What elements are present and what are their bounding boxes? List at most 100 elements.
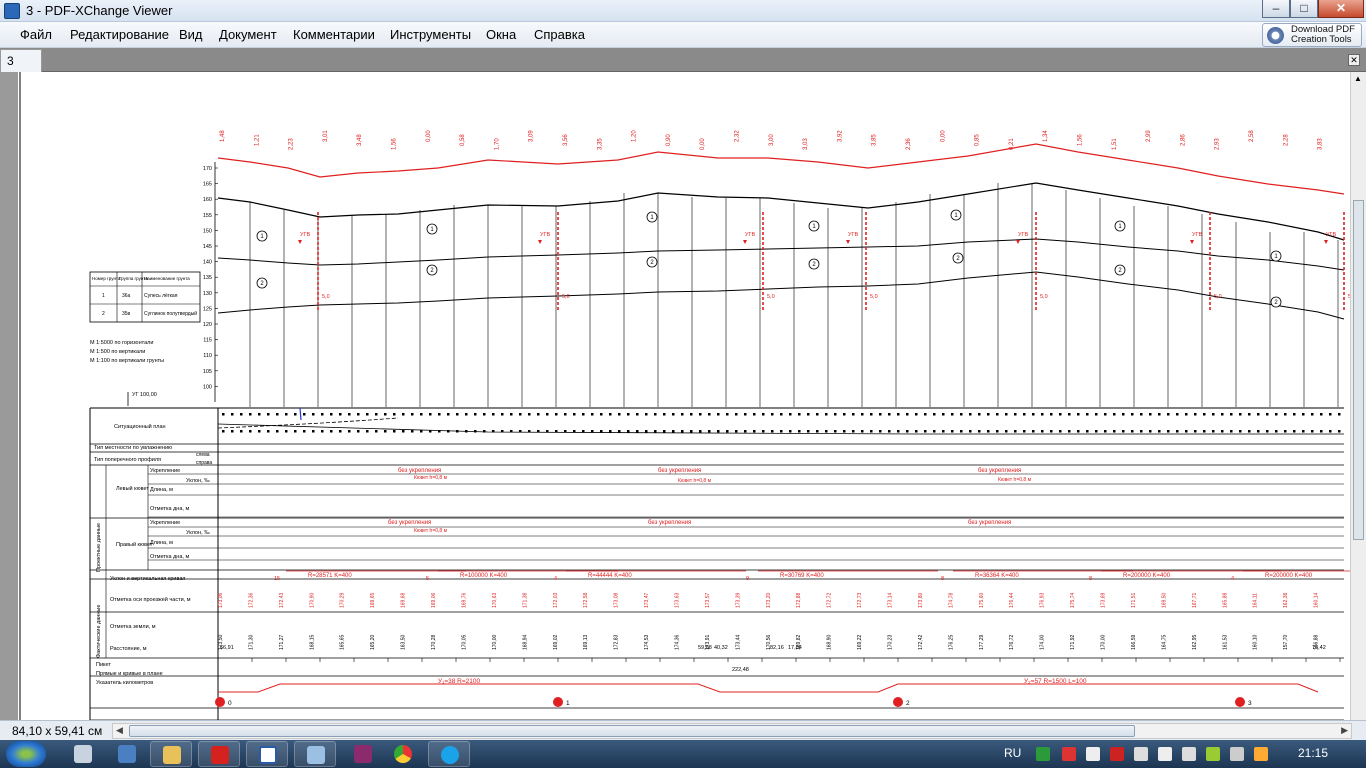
top-offset-label: 1,56 <box>1078 134 1084 146</box>
scroll-left-icon[interactable]: ◀ <box>116 725 123 736</box>
download-pdf-tools-button[interactable]: Download PDF Creation Tools <box>1262 23 1362 47</box>
plan-fence-mark <box>888 413 891 416</box>
row-label-8: Отметка дна, м <box>150 506 189 512</box>
elevation-tick-label: 100 <box>203 384 212 390</box>
network-icon[interactable] <box>1254 747 1268 761</box>
tray-windows-icon[interactable] <box>1086 747 1100 761</box>
taskbar-word[interactable] <box>246 741 288 767</box>
ground-mark-value: 170,00 <box>492 634 498 650</box>
plan-fence-mark <box>789 413 792 416</box>
scroll-right-icon[interactable]: ▶ <box>1341 725 1348 736</box>
menu-document[interactable]: Документ <box>219 27 277 42</box>
elevation-tick-label: 160 <box>203 197 212 203</box>
taskbar-chrome[interactable] <box>382 741 424 767</box>
menu-edit[interactable]: Редактирование <box>70 27 169 42</box>
menu-windows[interactable]: Окна <box>486 27 516 42</box>
plan-fence-mark <box>1185 430 1188 433</box>
plan-fence-mark <box>780 430 783 433</box>
tray-font-icon[interactable] <box>1062 747 1076 761</box>
plan-fence-mark <box>636 430 639 433</box>
plan-fence-mark <box>726 430 729 433</box>
groundwater-icon <box>298 240 302 244</box>
scroll-up-icon[interactable]: ▲ <box>1354 74 1362 83</box>
plan-fence-mark <box>1113 413 1116 416</box>
vertical-curve-label: R=28571 K=400 <box>308 573 352 579</box>
plan-fence-mark <box>780 413 783 416</box>
tray-leaf-icon[interactable] <box>1206 747 1220 761</box>
plan-fence-mark <box>474 413 477 416</box>
plan-fence-mark <box>1113 430 1116 433</box>
taskbar-media[interactable] <box>106 741 148 767</box>
ground-mark-value: 168,15 <box>309 634 315 650</box>
plan-fence-mark <box>339 413 342 416</box>
language-indicator[interactable]: RU <box>1004 746 1021 760</box>
plan-fence-mark <box>1149 430 1152 433</box>
plan-fence-mark <box>969 430 972 433</box>
plan-fence-mark <box>1185 413 1188 416</box>
maximize-button[interactable]: □ <box>1290 0 1318 18</box>
document-tab[interactable]: 3 <box>0 49 42 72</box>
plan-fence-mark <box>744 430 747 433</box>
menu-help[interactable]: Справка <box>534 27 585 42</box>
axis-mark-value: 169,68 <box>401 592 407 608</box>
plan-fence-mark <box>1176 413 1179 416</box>
plan-fence-mark <box>960 413 963 416</box>
tray-phone-icon[interactable] <box>1158 747 1172 761</box>
page-size-label: 84,10 x 59,41 см <box>12 724 103 738</box>
plan-fence-mark <box>906 430 909 433</box>
plan-fence-mark <box>1005 413 1008 416</box>
ground-mark-value: 174,53 <box>644 634 650 650</box>
plan-fence-mark <box>699 413 702 416</box>
plan-fence-mark <box>681 430 684 433</box>
menu-file[interactable]: Файл <box>20 27 52 42</box>
horizontal-scrollbar[interactable]: ◀ ▶ <box>112 723 1352 739</box>
ground-mark-value: 165,65 <box>340 634 346 650</box>
plan-fence-mark <box>330 413 333 416</box>
axis-mark-value: 172,72 <box>827 592 833 608</box>
plan-fence-mark <box>555 413 558 416</box>
tray-device-icon[interactable] <box>1134 747 1148 761</box>
row-label-14: Уклон и вертикальная кривая <box>110 576 185 582</box>
design-grade-line <box>217 182 1345 241</box>
taskbar-pdf-viewer[interactable] <box>198 741 240 767</box>
row-label-4: Левый кювет <box>116 485 149 492</box>
plan-fence-mark <box>1041 413 1044 416</box>
elevation-tick-label: 170 <box>203 166 212 172</box>
close-button[interactable]: ✕ <box>1318 0 1364 18</box>
taskbar-image[interactable] <box>294 741 336 767</box>
plan-fence-mark <box>1167 413 1170 416</box>
tray-pdf-icon[interactable] <box>1110 747 1124 761</box>
no-reinforcement-label: без укрепления <box>968 520 1011 526</box>
document-tab-bar: 3 <box>0 48 1366 72</box>
taskbar-explorer[interactable] <box>150 741 192 767</box>
grade-value: 8 <box>941 576 944 582</box>
ditch-label: Кювет h=0,8 м <box>414 475 448 481</box>
taskbar-archiver[interactable] <box>342 741 384 767</box>
plan-fence-mark <box>537 413 540 416</box>
plan-fence-mark <box>843 413 846 416</box>
vertical-scroll-thumb[interactable] <box>1353 200 1364 540</box>
minimize-button[interactable]: – <box>1262 0 1290 18</box>
taskbar-calculator[interactable] <box>62 741 104 767</box>
plan-fence-mark <box>969 413 972 416</box>
taskbar-skype[interactable] <box>428 741 470 767</box>
plan-fence-mark <box>708 430 711 433</box>
document-viewport[interactable]: 170 165 160 155 150 145 140 135 130 125 120 115 110 1… <box>0 72 1350 720</box>
start-button[interactable] <box>6 741 46 767</box>
plan-fence-mark <box>384 430 387 433</box>
side-left-label: слева <box>196 452 210 458</box>
volume-icon[interactable] <box>1230 747 1244 761</box>
menu-comments[interactable]: Комментарии <box>293 27 375 42</box>
menu-view[interactable]: Вид <box>179 27 203 42</box>
plan-fence-mark <box>744 413 747 416</box>
tray-app-icon[interactable] <box>1036 747 1050 761</box>
vertical-scrollbar[interactable]: ▲ <box>1350 72 1366 720</box>
flag-icon[interactable] <box>1182 747 1196 761</box>
horizontal-scroll-thumb[interactable] <box>129 725 1135 737</box>
close-tab-icon[interactable]: ✕ <box>1348 54 1360 66</box>
plan-fence-mark <box>1095 413 1098 416</box>
plan-fence-mark <box>1194 430 1197 433</box>
plan-fence-mark <box>1194 413 1197 416</box>
menu-tools[interactable]: Инструменты <box>390 27 471 42</box>
plan-fence-mark <box>321 413 324 416</box>
